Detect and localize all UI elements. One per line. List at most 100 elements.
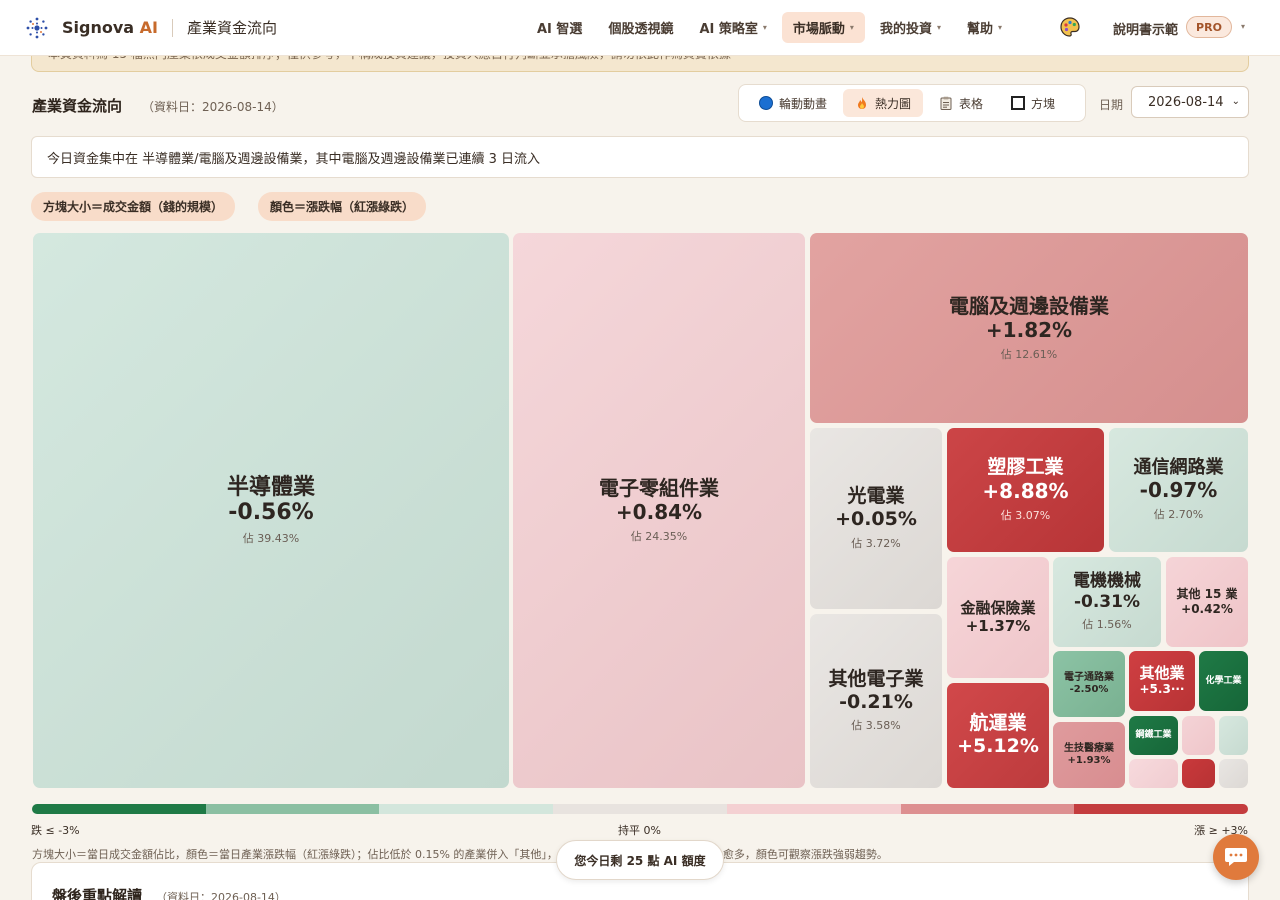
- nav-item-label: 我的投資: [879, 22, 932, 37]
- treemap-tile[interactable]: 鋼鐵工業: [1129, 716, 1178, 755]
- user-menu[interactable]: 說明書示範: [1113, 19, 1178, 38]
- tile-industry-name: 航運業: [969, 712, 1027, 735]
- tab-table[interactable]: 表格: [927, 89, 995, 117]
- treemap-tile[interactable]: 化學工業: [1199, 651, 1248, 711]
- tile-industry-name: 光電業: [847, 485, 905, 508]
- tile-change-percent: +1.82%: [985, 317, 1073, 342]
- nav-item-label: 個股透視鏡: [608, 22, 674, 37]
- view-mode-tabs: 輪動動畫 熱力圖 表格 方塊: [738, 84, 1086, 122]
- scale-segment: [1074, 804, 1248, 814]
- tile-industry-name: 電子零組件業: [599, 476, 719, 500]
- tile-industry-name: 電子通路業: [1064, 672, 1114, 684]
- tile-industry-name: 塑膠工業: [987, 456, 1064, 479]
- tile-industry-name: 電機機械: [1073, 571, 1141, 592]
- chevron-down-icon[interactable]: ▾: [1241, 22, 1245, 31]
- nav-item-label: AI 智選: [537, 22, 583, 37]
- treemap-tile[interactable]: [1182, 716, 1215, 755]
- tile-change-percent: -0.56%: [228, 499, 314, 525]
- tile-change-percent: +5.12%: [957, 735, 1039, 758]
- nav-item-label: 市場脈動: [792, 22, 845, 37]
- treemap-tile[interactable]: 光電業 +0.05% 佔 3.72%: [810, 428, 942, 609]
- tab-heatmap[interactable]: 熱力圖: [843, 89, 924, 117]
- treemap-tile[interactable]: 其他業 +5.3···: [1129, 651, 1195, 711]
- tile-change-percent: +1.93%: [1067, 754, 1111, 766]
- scale-mid-label: 持平 0%: [618, 824, 661, 837]
- palette-icon[interactable]: [1059, 16, 1081, 38]
- treemap-tile[interactable]: 電腦及週邊設備業 +1.82% 佔 12.61%: [810, 233, 1248, 423]
- nav-item-label: AI 策略室: [699, 22, 758, 37]
- tile-change-percent: +1.37%: [965, 617, 1031, 636]
- main-menu: AI 智選 個股透視鏡 AI 策略室 ▾ 市場脈動 ▾ 我的投資 ▾ 幫助 ▾: [526, 12, 1017, 43]
- tile-change-percent: -0.31%: [1073, 591, 1141, 612]
- treemap-tile[interactable]: 通信網路業 -0.97% 佔 2.70%: [1109, 428, 1248, 552]
- pro-badge: PRO: [1186, 16, 1232, 38]
- globe-icon: [759, 96, 773, 110]
- tile-industry-name: 其他電子業: [828, 667, 924, 690]
- page-title: 產業資金流向: [32, 97, 123, 115]
- tile-change-percent: +0.42%: [1181, 601, 1233, 616]
- tile-share: 佔 3.07%: [1000, 508, 1051, 522]
- tile-industry-name: 其他 15 業: [1176, 586, 1238, 601]
- scale-segment: [726, 804, 901, 814]
- chat-icon: [1225, 848, 1247, 866]
- legend-color-chip: 顏色＝漲跌幅（紅漲綠跌）: [258, 192, 427, 221]
- chevron-down-icon: ⌄: [1231, 96, 1240, 107]
- treemap-tile[interactable]: 電子通路業 -2.50%: [1053, 651, 1125, 717]
- brand-name: Signova AI: [62, 18, 158, 37]
- tile-industry-name: 半導體業: [226, 474, 315, 500]
- tile-share: 佔 39.43%: [242, 532, 300, 546]
- chevron-down-icon: ▾: [936, 23, 941, 32]
- fire-icon: [858, 97, 867, 109]
- chart-footnote: 方塊大小＝當日成交金額佔比，顏色＝當日產業漲跌幅（紅漲綠跌）；佔比低於 0.15…: [32, 848, 888, 861]
- scale-segment: [553, 804, 727, 814]
- clipboard-icon: [940, 96, 952, 110]
- treemap-tile[interactable]: [1219, 716, 1248, 755]
- treemap-tile[interactable]: 電子零組件業 +0.84% 佔 24.35%: [513, 233, 805, 788]
- scale-min-label: 跌 ≤ -3%: [31, 824, 80, 837]
- treemap-tile[interactable]: [1129, 759, 1178, 788]
- tab-blocks[interactable]: 方塊: [999, 89, 1067, 117]
- brand[interactable]: Signova AI: [24, 15, 158, 41]
- legend-size-chip: 方塊大小＝成交金額（錢的規模）: [31, 192, 236, 221]
- nav-item-0[interactable]: AI 智選: [526, 12, 593, 43]
- treemap-tile[interactable]: 其他 15 業 +0.42%: [1166, 557, 1248, 647]
- treemap-tile[interactable]: 生技醫療業 +1.93%: [1053, 722, 1125, 788]
- chevron-down-icon: ▾: [762, 23, 767, 32]
- chat-button[interactable]: [1213, 834, 1259, 880]
- ai-quota-pill[interactable]: 您今日剩 25 點 AI 額度: [556, 840, 724, 880]
- post-market-date: （資料日：2026-08-14）: [156, 891, 286, 900]
- flow-summary: 今日資金集中在 半導體業/電腦及週邊設備業，其中電腦及週邊設備業已連續 3 日流…: [31, 136, 1249, 178]
- nav-item-1[interactable]: 個股透視鏡: [597, 12, 684, 43]
- treemap-tile[interactable]: 航運業 +5.12%: [947, 683, 1049, 788]
- treemap-tile[interactable]: 塑膠工業 +8.88% 佔 3.07%: [947, 428, 1104, 552]
- tile-change-percent: +8.88%: [982, 478, 1069, 503]
- date-select[interactable]: 2026-08-14 ⌄: [1131, 86, 1249, 118]
- tile-industry-name: 金融保險業: [960, 598, 1036, 617]
- tile-share: 佔 12.61%: [1000, 347, 1058, 361]
- scale-segment: [205, 804, 380, 814]
- top-navbar: Signova AI 產業資金流向 AI 智選 個股透視鏡 AI 策略室 ▾ 市場脈動 ▾…: [0, 0, 1280, 56]
- treemap-tile[interactable]: 電機機械 -0.31% 佔 1.56%: [1053, 557, 1161, 647]
- nav-item-2[interactable]: AI 策略室 ▾: [688, 12, 777, 43]
- nav-item-5[interactable]: 幫助 ▾: [956, 12, 1013, 43]
- tile-industry-name: 生技醫療業: [1064, 743, 1114, 755]
- nav-item-3[interactable]: 市場脈動 ▾: [781, 12, 865, 43]
- treemap-tile[interactable]: 金融保險業 +1.37%: [947, 557, 1049, 678]
- date-label: 日期: [1099, 98, 1124, 112]
- tile-industry-name: 其他業: [1139, 664, 1185, 683]
- treemap-tile[interactable]: 半導體業 -0.56% 佔 39.43%: [33, 233, 509, 788]
- tab-rotation-animation[interactable]: 輪動動畫: [747, 89, 839, 117]
- treemap-tile[interactable]: 其他電子業 -0.21% 佔 3.58%: [810, 614, 942, 788]
- nav-item-4[interactable]: 我的投資 ▾: [869, 12, 952, 43]
- tile-share: 佔 2.70%: [1153, 508, 1204, 522]
- treemap-tile[interactable]: [1219, 759, 1248, 788]
- tile-change-percent: +0.05%: [835, 508, 917, 531]
- logo-icon: [26, 17, 48, 38]
- tile-share: 佔 24.35%: [630, 530, 688, 543]
- current-page-title: 產業資金流向: [187, 19, 278, 37]
- treemap-tile[interactable]: [1182, 759, 1215, 788]
- tile-change-percent: +0.84%: [615, 500, 703, 524]
- tile-industry-name: 通信網路業: [1133, 456, 1224, 478]
- tile-industry-name: 化學工業: [1205, 675, 1242, 686]
- tile-share: 佔 1.56%: [1082, 617, 1132, 631]
